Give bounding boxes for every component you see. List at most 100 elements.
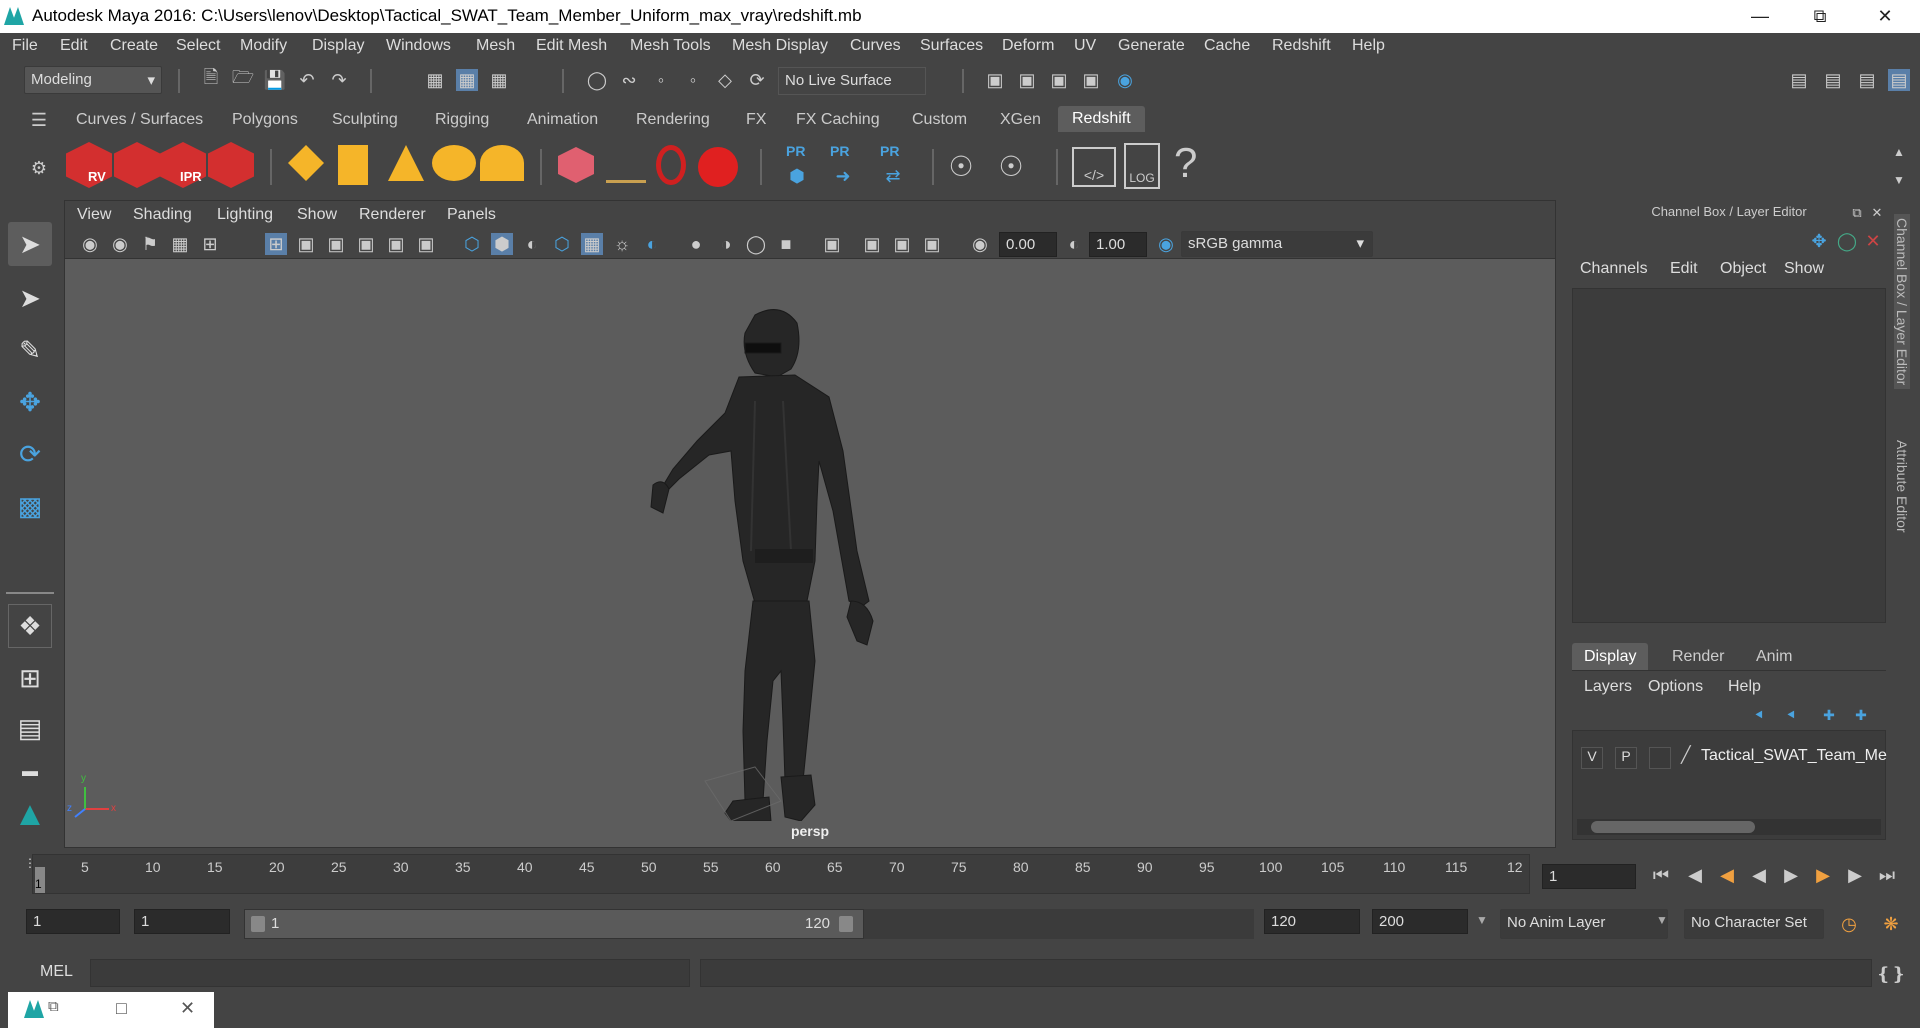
move-layer-up-icon[interactable]: ⯇ xyxy=(1748,704,1770,726)
tab-polygons[interactable]: Polygons xyxy=(232,111,298,129)
panel-menu-panels[interactable]: Panels xyxy=(447,206,496,224)
wireframe-icon[interactable]: ⬡ xyxy=(461,233,483,255)
tab-xgen[interactable]: XGen xyxy=(1000,111,1041,129)
scale-tool-icon[interactable]: ▩ xyxy=(8,484,52,528)
menu-mesh-tools[interactable]: Mesh Tools xyxy=(630,37,711,55)
redshift-settings-icon[interactable] xyxy=(208,142,254,188)
panel-menu-renderer[interactable]: Renderer xyxy=(359,206,426,224)
tab-fx-caching[interactable]: FX Caching xyxy=(796,111,880,129)
help-menu[interactable]: Help xyxy=(1728,678,1761,696)
menu-mesh-display[interactable]: Mesh Display xyxy=(732,37,828,55)
gamma-field[interactable]: 1.00 xyxy=(1089,232,1147,257)
textured-icon[interactable]: ▦ xyxy=(581,233,603,255)
safe-action-icon[interactable]: ▣ xyxy=(415,233,437,255)
snap-surface-icon[interactable]: ◇ xyxy=(714,69,736,91)
gear-icon[interactable]: ⚙ xyxy=(28,157,50,179)
menu-deform[interactable]: Deform xyxy=(1002,37,1054,55)
minimize-button[interactable]: — xyxy=(1730,0,1790,33)
animation-end-field[interactable]: 200 xyxy=(1372,909,1468,934)
tab-curves-surfaces[interactable]: Curves / Surfaces xyxy=(76,111,203,129)
float-panel-icon[interactable]: ⧉ xyxy=(1846,202,1868,224)
color-management-icon[interactable]: ◉ xyxy=(1155,233,1177,255)
layer-tab-display[interactable]: Display xyxy=(1572,643,1649,671)
four-view-icon[interactable]: ⊞ xyxy=(8,656,52,700)
render-settings-icon[interactable]: ▣ xyxy=(1080,69,1102,91)
anim-layer-dropdown[interactable]: No Anim Layer xyxy=(1500,909,1668,939)
xray-components-icon[interactable]: ▣ xyxy=(921,233,943,255)
single-view-icon[interactable]: ❖ xyxy=(8,604,52,648)
sun-sky-icon[interactable] xyxy=(480,145,524,181)
layer-name[interactable]: Tactical_SWAT_Team_Me xyxy=(1701,747,1887,765)
new-layer-selected-icon[interactable]: ✚ xyxy=(1850,704,1872,726)
proxy-icon[interactable] xyxy=(558,147,594,183)
layer-tab-render[interactable]: Render xyxy=(1660,643,1736,671)
gate-mask-icon[interactable]: ▣ xyxy=(355,233,377,255)
code-editor-icon[interactable]: </> xyxy=(1072,147,1116,187)
object-menu[interactable]: Object xyxy=(1720,260,1766,278)
step-forward-key-icon[interactable]: ▶ xyxy=(1812,864,1834,886)
sphere-icon[interactable] xyxy=(698,147,738,187)
redshift-batch-icon[interactable] xyxy=(114,142,160,188)
menu-surfaces[interactable]: Surfaces xyxy=(920,37,983,55)
viewport-panel[interactable]: View Shading Lighting Show Renderer Pane… xyxy=(64,200,1556,848)
menu-windows[interactable]: Windows xyxy=(386,37,451,55)
select-component-icon[interactable]: ▦ xyxy=(488,69,510,91)
select-tool-icon[interactable]: ➤ xyxy=(8,222,52,266)
menu-display[interactable]: Display xyxy=(312,37,364,55)
channel-list-area[interactable] xyxy=(1572,288,1886,623)
pr-box-icon[interactable]: ⬢ xyxy=(786,165,808,187)
shelf-scroll-down-icon[interactable]: ▼ xyxy=(1888,169,1910,191)
command-input[interactable] xyxy=(90,959,690,987)
image-plane-icon[interactable]: ▦ xyxy=(169,233,191,255)
motion-blur-icon[interactable]: ◑ xyxy=(715,233,737,255)
tool-settings-icon[interactable]: ▤ xyxy=(1856,69,1878,91)
shelf-scroll-up-icon[interactable]: ▲ xyxy=(1888,141,1910,163)
field-chart-icon[interactable]: ▣ xyxy=(385,233,407,255)
ipr-render-icon[interactable]: ▣ xyxy=(1048,69,1070,91)
menu-edit-mesh[interactable]: Edit Mesh xyxy=(536,37,607,55)
options-menu[interactable]: Options xyxy=(1648,678,1703,696)
panel-menu-lighting[interactable]: Lighting xyxy=(217,206,273,224)
portal-light-icon[interactable] xyxy=(338,145,368,185)
snap-curve-icon[interactable]: ∾ xyxy=(618,69,640,91)
manip-icon[interactable]: ✥ xyxy=(1808,230,1830,252)
restore-icon[interactable]: ⧉ xyxy=(48,998,59,1015)
preferences-icon[interactable]: ❋ xyxy=(1880,913,1902,935)
close-panel-icon[interactable]: ✕ xyxy=(1866,202,1888,224)
tab-rigging[interactable]: Rigging xyxy=(435,111,489,129)
camera-icon[interactable]: ◉ xyxy=(79,233,101,255)
ambient-occlusion-icon[interactable]: ● xyxy=(685,233,707,255)
move-layer-down-icon[interactable]: ⯇ xyxy=(1780,704,1802,726)
shadows-icon[interactable]: ◐ xyxy=(641,233,663,255)
scrollbar-thumb[interactable] xyxy=(1591,821,1755,833)
minimized-window[interactable]: ⧉ □ ✕ xyxy=(8,992,214,1028)
menu-uv[interactable]: UV xyxy=(1074,37,1096,55)
menu-mesh[interactable]: Mesh xyxy=(476,37,515,55)
exposure-icon[interactable]: ◉ xyxy=(969,233,991,255)
maya-home-icon[interactable]: ▲ xyxy=(8,792,52,836)
camera-attr-icon[interactable]: ◉ xyxy=(109,233,131,255)
layer-color-icon[interactable]: ╱ xyxy=(1681,745,1691,765)
exposure-field[interactable]: 0.00 xyxy=(999,232,1057,257)
auto-key-icon[interactable]: ◷ xyxy=(1838,913,1860,935)
snap-grid-icon[interactable]: ◯ xyxy=(586,69,608,91)
lights-icon[interactable]: ☼ xyxy=(611,233,633,255)
isolate-select-icon[interactable]: ▣ xyxy=(821,233,843,255)
tab-rendering[interactable]: Rendering xyxy=(636,111,710,129)
grid-toggle-icon[interactable]: ⊞ xyxy=(265,233,287,255)
step-back-key-icon[interactable]: ◀ xyxy=(1716,864,1738,886)
new-scene-icon[interactable]: 🗎 xyxy=(200,67,222,91)
menu-create[interactable]: Create xyxy=(110,37,158,55)
redo-icon[interactable]: ↷ xyxy=(328,69,350,91)
channel-box-toggle-icon[interactable]: ▤ xyxy=(1888,69,1910,91)
spot-light-icon[interactable] xyxy=(388,145,424,181)
hypershade-icon[interactable]: ◉ xyxy=(1114,69,1136,91)
channels-menu[interactable]: Channels xyxy=(1580,260,1648,278)
layers-menu[interactable]: Layers xyxy=(1584,678,1632,696)
edit-menu[interactable]: Edit xyxy=(1670,260,1698,278)
mode-dropdown[interactable]: Modeling ▾ xyxy=(24,66,162,94)
wireframe-on-shaded-icon[interactable]: ⬡ xyxy=(551,233,573,255)
go-to-start-icon[interactable]: ⏮ xyxy=(1650,864,1672,886)
rotate-tool-icon[interactable]: ⟳ xyxy=(8,432,52,476)
default-material-icon[interactable]: ◐ xyxy=(521,233,543,255)
